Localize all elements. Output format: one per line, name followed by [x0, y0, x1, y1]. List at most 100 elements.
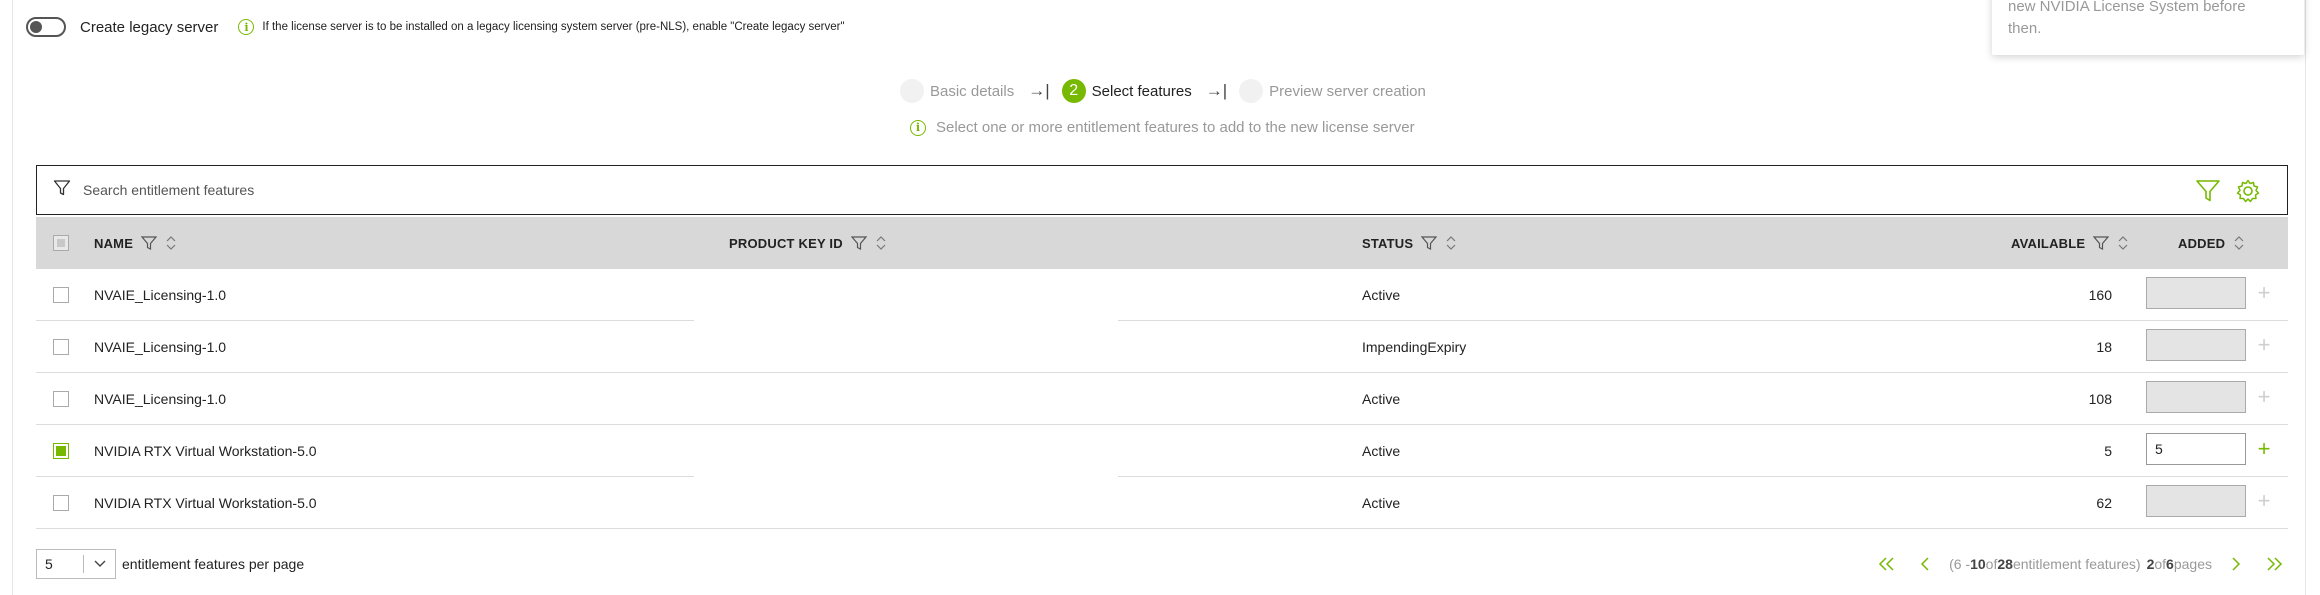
column-header-product-key-id[interactable]: PRODUCT KEY ID: [729, 217, 887, 269]
row-checkbox[interactable]: [53, 495, 69, 511]
table-header: NAME PRODUCT KEY ID STATUS AVAILABLE ADD…: [36, 217, 2288, 269]
filter-icon[interactable]: [2195, 178, 2221, 209]
legacy-server-toggle[interactable]: [26, 17, 66, 37]
step-select-features[interactable]: Select features: [1092, 83, 1192, 100]
step-3-dot: [1239, 79, 1264, 103]
column-status-label: STATUS: [1362, 235, 1414, 251]
row-checkbox[interactable]: [53, 287, 69, 303]
next-page-icon[interactable]: [2222, 550, 2250, 578]
legacy-server-label: Create legacy server: [80, 18, 219, 36]
current-page: 2: [2146, 556, 2155, 572]
cell-name: NVAIE_Licensing-1.0: [94, 391, 227, 407]
add-icon[interactable]: +: [2252, 279, 2276, 307]
added-quantity-input[interactable]: [2146, 433, 2246, 465]
cell-name: NVAIE_Licensing-1.0: [94, 339, 227, 355]
legacy-server-row: Create legacy server i If the license se…: [26, 14, 845, 40]
add-icon[interactable]: +: [2252, 487, 2276, 515]
column-product-key-label: PRODUCT KEY ID: [729, 235, 843, 251]
range-of: of: [1985, 556, 1998, 572]
filter-icon[interactable]: [2093, 235, 2110, 251]
table-row[interactable]: NVIDIA RTX Virtual Workstation-5.0 Activ…: [36, 477, 2288, 529]
column-header-available[interactable]: AVAILABLE: [2011, 217, 2129, 269]
legacy-server-hint: If the license server is to be installed…: [262, 21, 845, 33]
range-end: 10: [1970, 556, 1986, 572]
wizard-stepper: Basic details →| 2 Select features →| Pr…: [900, 78, 1426, 104]
range-close: entitlement features): [2012, 556, 2141, 572]
gear-icon[interactable]: [2235, 178, 2261, 209]
cell-status: Active: [1362, 495, 1401, 511]
cell-name: NVIDIA RTX Virtual Workstation-5.0: [94, 495, 317, 511]
step-2-dot: 2: [1061, 79, 1086, 103]
add-icon[interactable]: +: [2252, 435, 2276, 463]
info-icon: i: [238, 19, 255, 35]
step-basic-details[interactable]: Basic details: [930, 83, 1014, 100]
cell-available: 18: [2096, 339, 2112, 355]
search-input[interactable]: [83, 182, 1983, 198]
previous-page-icon[interactable]: [1911, 550, 1939, 578]
row-checkbox[interactable]: [53, 339, 69, 355]
table-row[interactable]: NVAIE_Licensing-1.0 Active 108 +: [36, 373, 2288, 425]
filter-icon[interactable]: [141, 235, 158, 251]
cell-name: NVAIE_Licensing-1.0: [94, 287, 227, 303]
tooltip-line-1: new NVIDIA License System before: [2008, 0, 2246, 15]
cell-available: 5: [2104, 443, 2112, 459]
instruction-text-row: i Select one or more entitlement feature…: [910, 119, 1415, 136]
row-checkbox[interactable]: [53, 443, 69, 459]
instruction-text: Select one or more entitlement features …: [936, 119, 1415, 136]
added-quantity-input[interactable]: [2146, 329, 2246, 361]
pagination: (6 - 10 of 28 entitlement features) 2 of…: [1873, 549, 2288, 579]
column-added-label: ADDED: [2178, 235, 2226, 251]
cell-status: Active: [1362, 391, 1401, 407]
column-available-label: AVAILABLE: [2011, 235, 2086, 251]
sort-icon[interactable]: [875, 234, 887, 252]
column-header-status[interactable]: STATUS: [1362, 217, 1457, 269]
tooltip-card: new NVIDIA License System before then.: [1992, 0, 2304, 55]
chevron-down-icon: [93, 556, 107, 573]
sort-icon[interactable]: [2117, 234, 2129, 252]
added-quantity-input[interactable]: [2146, 381, 2246, 413]
range-open: (6 -: [1949, 556, 1971, 572]
step-arrow-icon: →|: [1028, 81, 1050, 100]
table-row[interactable]: NVAIE_Licensing-1.0 Active 160 +: [36, 269, 2288, 321]
per-page-select[interactable]: 5: [36, 549, 116, 579]
filter-icon[interactable]: [850, 235, 867, 251]
range-total: 28: [1997, 556, 2013, 572]
last-page-icon[interactable]: [2260, 550, 2288, 578]
filter-icon[interactable]: [1421, 235, 1438, 251]
step-preview-server-creation[interactable]: Preview server creation: [1269, 83, 1426, 100]
cell-status: ImpendingExpiry: [1362, 339, 1467, 355]
cell-available: 62: [2096, 495, 2112, 511]
column-header-added[interactable]: ADDED: [2178, 217, 2245, 269]
sort-icon[interactable]: [1445, 234, 1457, 252]
cell-status: Active: [1362, 287, 1401, 303]
column-header-name[interactable]: NAME: [94, 217, 177, 269]
search-toolbar: [2195, 178, 2261, 209]
table-row[interactable]: NVAIE_Licensing-1.0 ImpendingExpiry 18 +: [36, 321, 2288, 373]
sort-icon[interactable]: [165, 234, 177, 252]
per-page-value: 5: [45, 556, 53, 572]
added-quantity-input[interactable]: [2146, 277, 2246, 309]
row-divider: [36, 528, 2288, 529]
toggle-knob: [30, 21, 42, 33]
of-label: of: [2154, 556, 2167, 572]
row-checkbox[interactable]: [53, 391, 69, 407]
add-icon[interactable]: +: [2252, 331, 2276, 359]
total-pages: 6: [2166, 556, 2174, 572]
cell-available: 108: [2088, 391, 2112, 407]
column-name-label: NAME: [94, 235, 134, 251]
info-icon: i: [910, 119, 926, 136]
add-icon[interactable]: +: [2252, 383, 2276, 411]
added-quantity-input[interactable]: [2146, 485, 2246, 517]
cell-name: NVIDIA RTX Virtual Workstation-5.0: [94, 443, 317, 459]
cell-status: Active: [1362, 443, 1401, 459]
per-page-label: entitlement features per page: [122, 556, 305, 572]
search-bar: [36, 165, 2288, 215]
step-arrow-icon: →|: [1205, 81, 1228, 100]
sort-icon[interactable]: [2233, 234, 2245, 252]
first-page-icon[interactable]: [1873, 550, 1901, 578]
filter-icon: [53, 179, 71, 202]
pages-label: pages: [2173, 556, 2212, 572]
select-all-checkbox[interactable]: [53, 235, 69, 251]
table-row[interactable]: NVIDIA RTX Virtual Workstation-5.0 Activ…: [36, 425, 2288, 477]
cell-available: 160: [2088, 287, 2112, 303]
